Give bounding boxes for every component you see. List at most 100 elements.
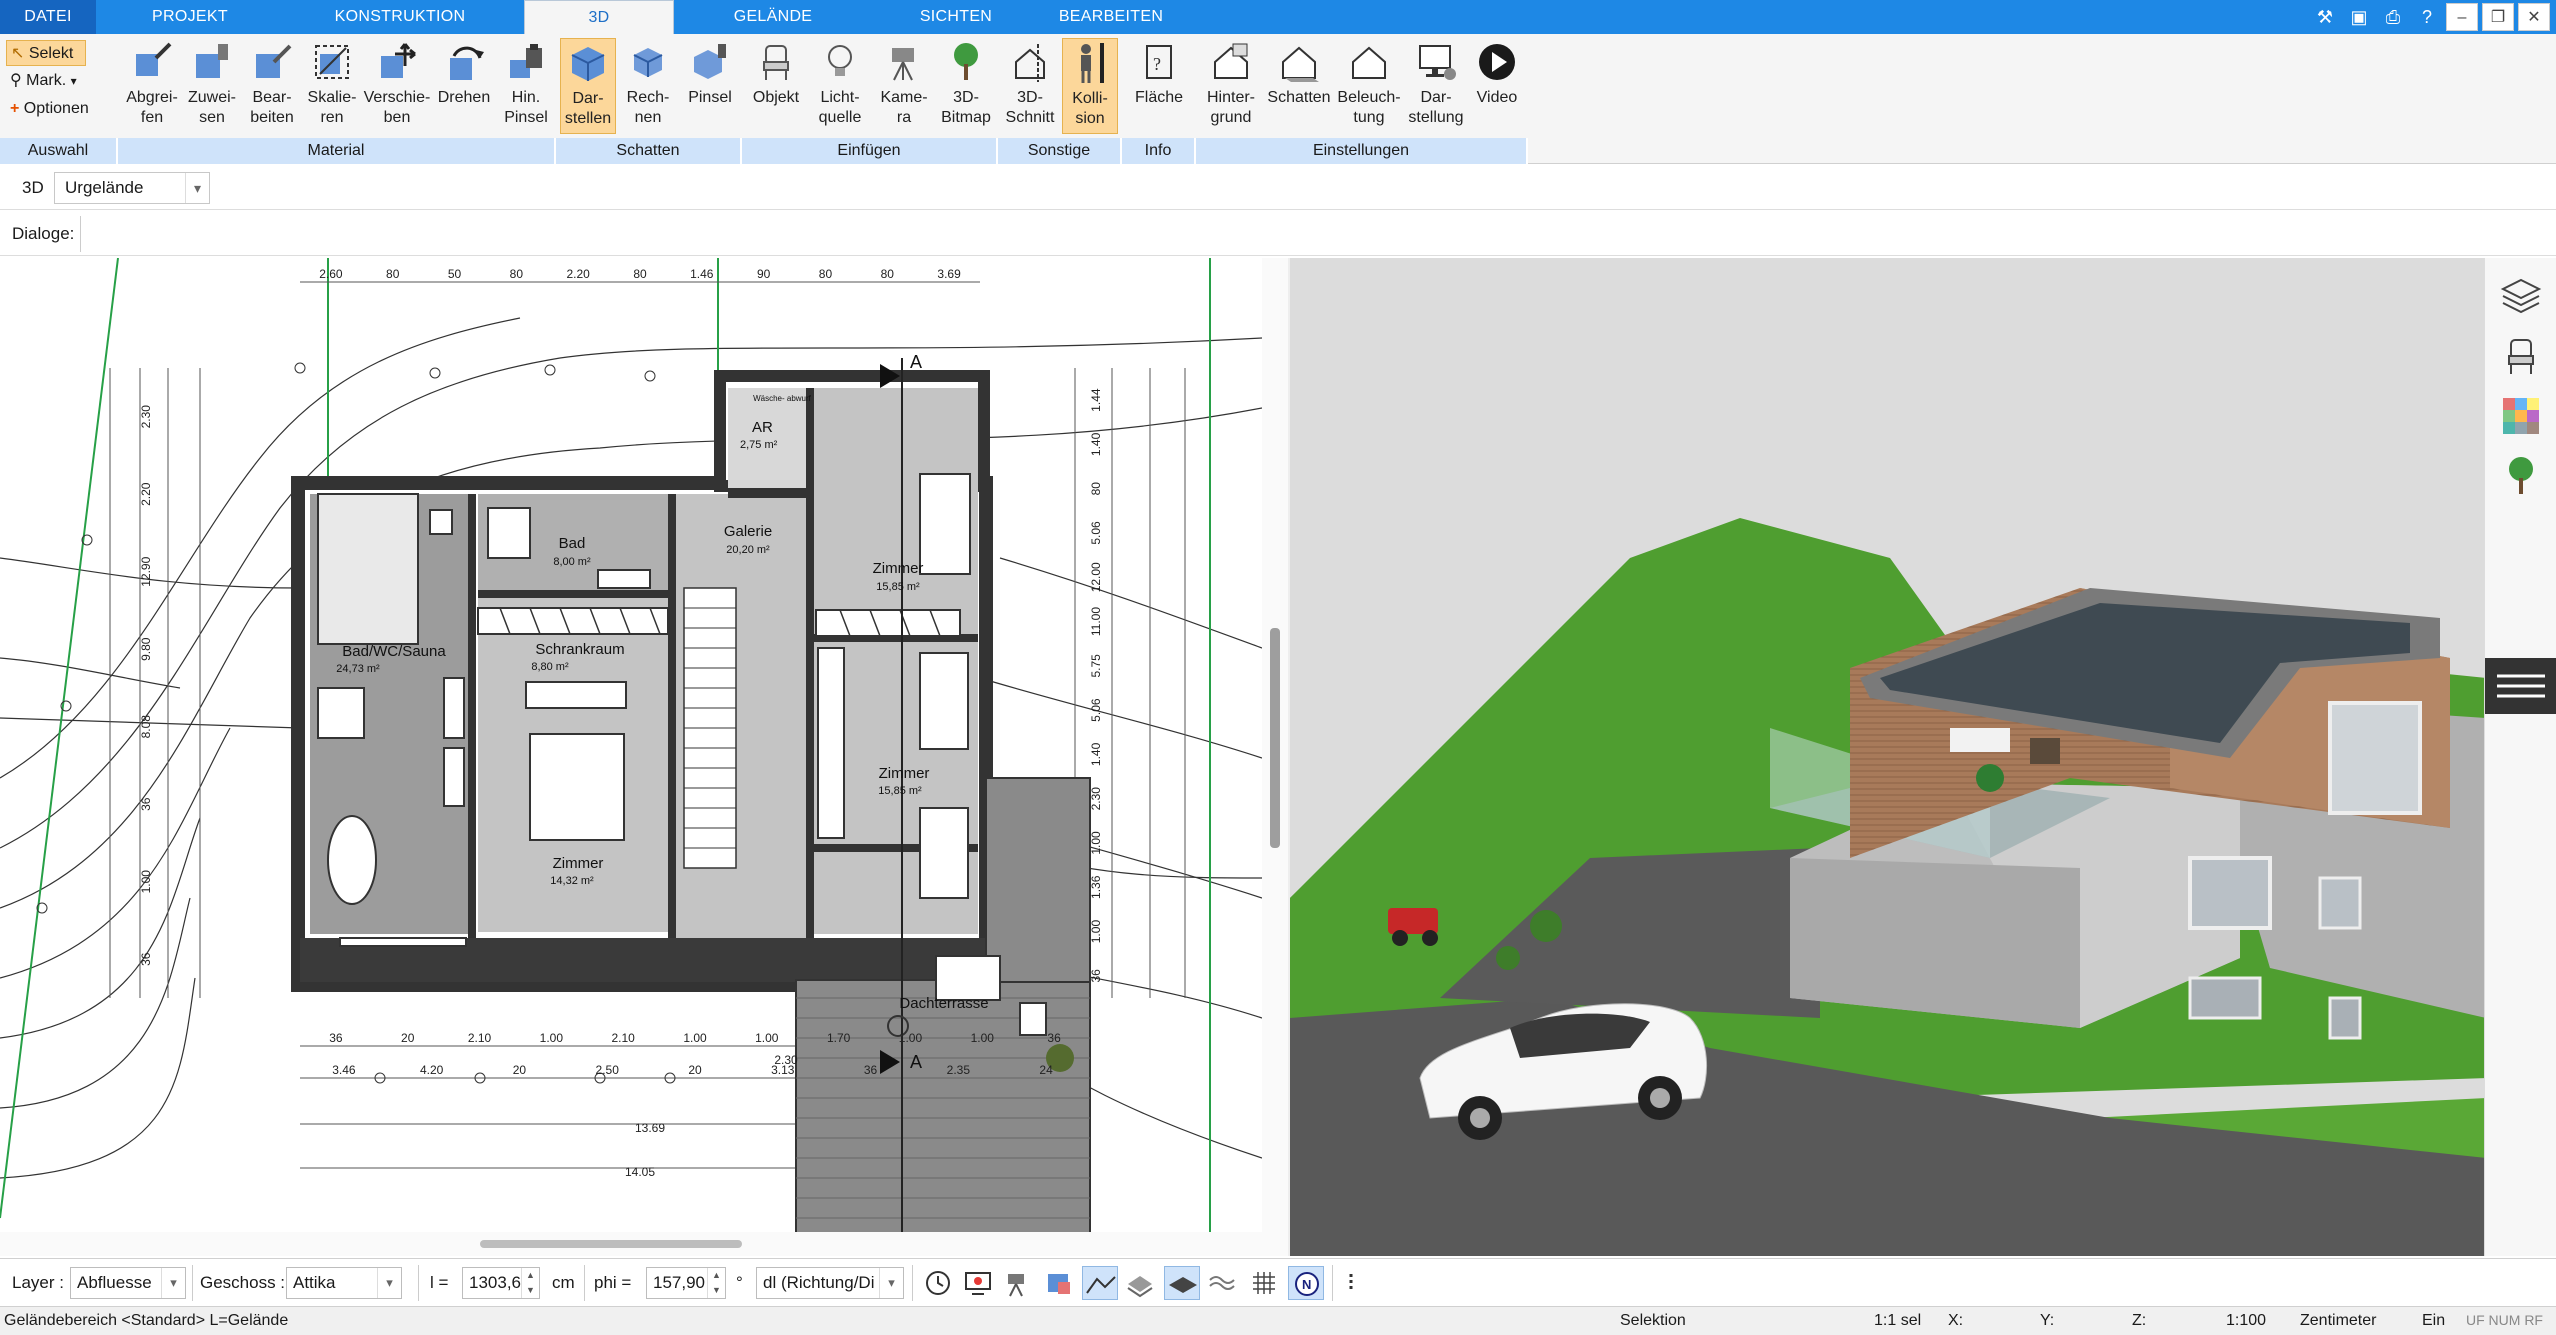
spinner-icon[interactable]: ▲ ▼	[707, 1268, 725, 1298]
dimension-label: 20	[513, 1063, 527, 1077]
lighting-house-icon	[1352, 46, 1386, 79]
beleuchtung-button[interactable]: Beleuch- tung	[1334, 38, 1404, 134]
dimension-label: 36	[329, 1031, 343, 1045]
monitor-icon[interactable]	[960, 1266, 996, 1300]
kamera-button[interactable]: Kame- ra	[874, 38, 934, 134]
tools-icon[interactable]: ⚒	[2310, 3, 2340, 31]
darstellen-button[interactable]: Dar- stellen	[560, 38, 616, 134]
more-icon[interactable]	[1338, 1266, 1364, 1300]
length-input[interactable]: 1303,6 ▲ ▼	[462, 1267, 540, 1299]
status-unit: Zentimeter	[2300, 1312, 2377, 1329]
layers-icon[interactable]	[2499, 274, 2543, 318]
3d-bitmap-button[interactable]: 3D- Bitmap	[936, 38, 996, 134]
assign-material-icon	[196, 44, 228, 78]
room-name: Zimmer	[873, 560, 924, 577]
north-icon[interactable]: N	[1288, 1266, 1324, 1300]
plus-icon: +	[10, 100, 20, 117]
flaeche-label: Fläche	[1134, 89, 1184, 106]
camera-icon[interactable]	[1000, 1266, 1036, 1300]
chevron-down-icon[interactable]: ▾	[185, 173, 209, 203]
geschoss-select[interactable]: Attika ▾	[286, 1267, 402, 1299]
flaeche-button[interactable]: ? Fläche	[1128, 38, 1190, 134]
direction-select[interactable]: dl (Richtung/Di ▾	[756, 1267, 904, 1299]
dimension-label: 5.06	[1089, 521, 1103, 545]
terrain-icon[interactable]	[1082, 1266, 1118, 1300]
tree-icon	[954, 43, 978, 80]
display-monitor-icon	[1419, 45, 1456, 80]
darstellung-label: Dar- stellung	[1408, 89, 1464, 126]
dimension-label: 2.20	[139, 482, 153, 506]
hin-pinsel-button[interactable]: Hin. Pinsel	[496, 38, 556, 134]
plan-horizontal-scrollbar[interactable]	[0, 1232, 1262, 1256]
hintergrund-button[interactable]: Hinter- grund	[1200, 38, 1262, 134]
layers-flat-icon[interactable]	[1122, 1266, 1158, 1300]
objekt-button[interactable]: Objekt	[746, 38, 806, 134]
print-icon[interactable]: ⎙	[2378, 3, 2408, 31]
kollision-button[interactable]: Kolli- sion	[1062, 38, 1118, 134]
room-name: Bad	[559, 535, 586, 552]
video-label: Video	[1476, 89, 1518, 106]
bearbeiten-button[interactable]: Bear- beiten	[242, 38, 302, 134]
dimension-label: 8.08	[139, 715, 153, 739]
chevron-down-icon[interactable]: ▾	[879, 1268, 903, 1298]
tab-konstruktion[interactable]: KONSTRUKTION	[320, 0, 480, 34]
tab-projekt[interactable]: PROJEKT	[130, 0, 250, 34]
chevron-down-icon[interactable]: ▾	[377, 1268, 401, 1298]
minimize-button[interactable]: –	[2446, 3, 2478, 31]
phi-input[interactable]: 157,90 ▲ ▼	[646, 1267, 726, 1299]
materials-palette-icon[interactable]	[2499, 394, 2543, 438]
skalieren-button[interactable]: Skalie- ren	[302, 38, 362, 134]
darstellung-button[interactable]: Dar- stellung	[1406, 38, 1466, 134]
dimension-label: 2.10	[468, 1031, 492, 1045]
optionen-button[interactable]: + Optionen	[6, 96, 116, 122]
restore-button[interactable]: ❐	[2482, 3, 2514, 31]
spinner-icon[interactable]: ▲ ▼	[521, 1268, 539, 1298]
verschieben-button[interactable]: Verschie- ben	[362, 38, 432, 134]
clock-icon[interactable]	[920, 1266, 956, 1300]
divider	[584, 1265, 585, 1301]
render-icon[interactable]	[1040, 1266, 1076, 1300]
layer-select[interactable]: Abfluesse ▾	[70, 1267, 186, 1299]
tree-icon[interactable]	[2499, 454, 2543, 498]
tab-3d[interactable]: 3D	[524, 0, 674, 34]
drehen-button[interactable]: Drehen	[434, 38, 494, 134]
zuweisen-label: Zuwei- sen	[187, 89, 236, 126]
lichtquelle-button[interactable]: Licht- quelle	[808, 38, 872, 134]
plane-icon[interactable]	[1164, 1266, 1200, 1300]
grid-icon[interactable]	[1246, 1266, 1282, 1300]
wave-icon[interactable]	[1204, 1266, 1240, 1300]
video-button[interactable]: Video	[1468, 38, 1526, 134]
tab-gelaende[interactable]: GELÄNDE	[708, 0, 838, 34]
rechnen-button[interactable]: Rech- nen	[620, 38, 676, 134]
abgreifen-button[interactable]: Abgrei- fen	[122, 38, 182, 134]
scroll-thumb[interactable]	[480, 1240, 742, 1248]
close-button[interactable]: ✕	[2518, 3, 2550, 31]
dialog-bar: Dialoge:	[0, 212, 2556, 256]
chair-icon[interactable]	[2499, 334, 2543, 378]
play-icon	[1479, 44, 1515, 80]
plan-vertical-scrollbar[interactable]	[1262, 258, 1288, 1256]
status-flags: UF NUM RF	[2466, 1312, 2543, 1328]
group-label-material: Material	[118, 138, 556, 164]
mark-button[interactable]: ⚲ Mark. ▾	[6, 68, 106, 94]
schatten-pinsel-button[interactable]: Pinsel	[680, 38, 740, 134]
scroll-thumb[interactable]	[1270, 628, 1280, 848]
3d-view[interactable]	[1288, 258, 2484, 1256]
section-marker: A	[910, 1052, 922, 1072]
chevron-down-icon[interactable]: ▾	[161, 1268, 185, 1298]
zuweisen-button[interactable]: Zuwei- sen	[182, 38, 242, 134]
floor-plan-view[interactable]: Bad 8,00 m² Galerie 20,20 m² Zimmer 15,8…	[0, 258, 1262, 1232]
dock-handle[interactable]	[2485, 658, 2556, 714]
schatten-einstellung-button[interactable]: Schatten	[1264, 38, 1334, 134]
chevron-down-icon: ▾	[70, 74, 77, 88]
layout-icon[interactable]: ▣	[2344, 3, 2374, 31]
help-icon[interactable]: ?	[2412, 3, 2442, 31]
3d-schnitt-button[interactable]: 3D- Schnitt	[1002, 38, 1058, 134]
tab-sichten[interactable]: SICHTEN	[896, 0, 1016, 34]
tab-bearbeiten[interactable]: BEARBEITEN	[1046, 0, 1176, 34]
terrain-select[interactable]: Urgelände ▾	[54, 172, 210, 204]
lichtquelle-label: Licht- quelle	[818, 89, 862, 126]
selekt-button[interactable]: ↖ Selekt	[6, 40, 86, 66]
tab-datei[interactable]: DATEI	[0, 0, 96, 34]
laundry-chute-label: Wäsche- abwurf	[753, 394, 812, 403]
